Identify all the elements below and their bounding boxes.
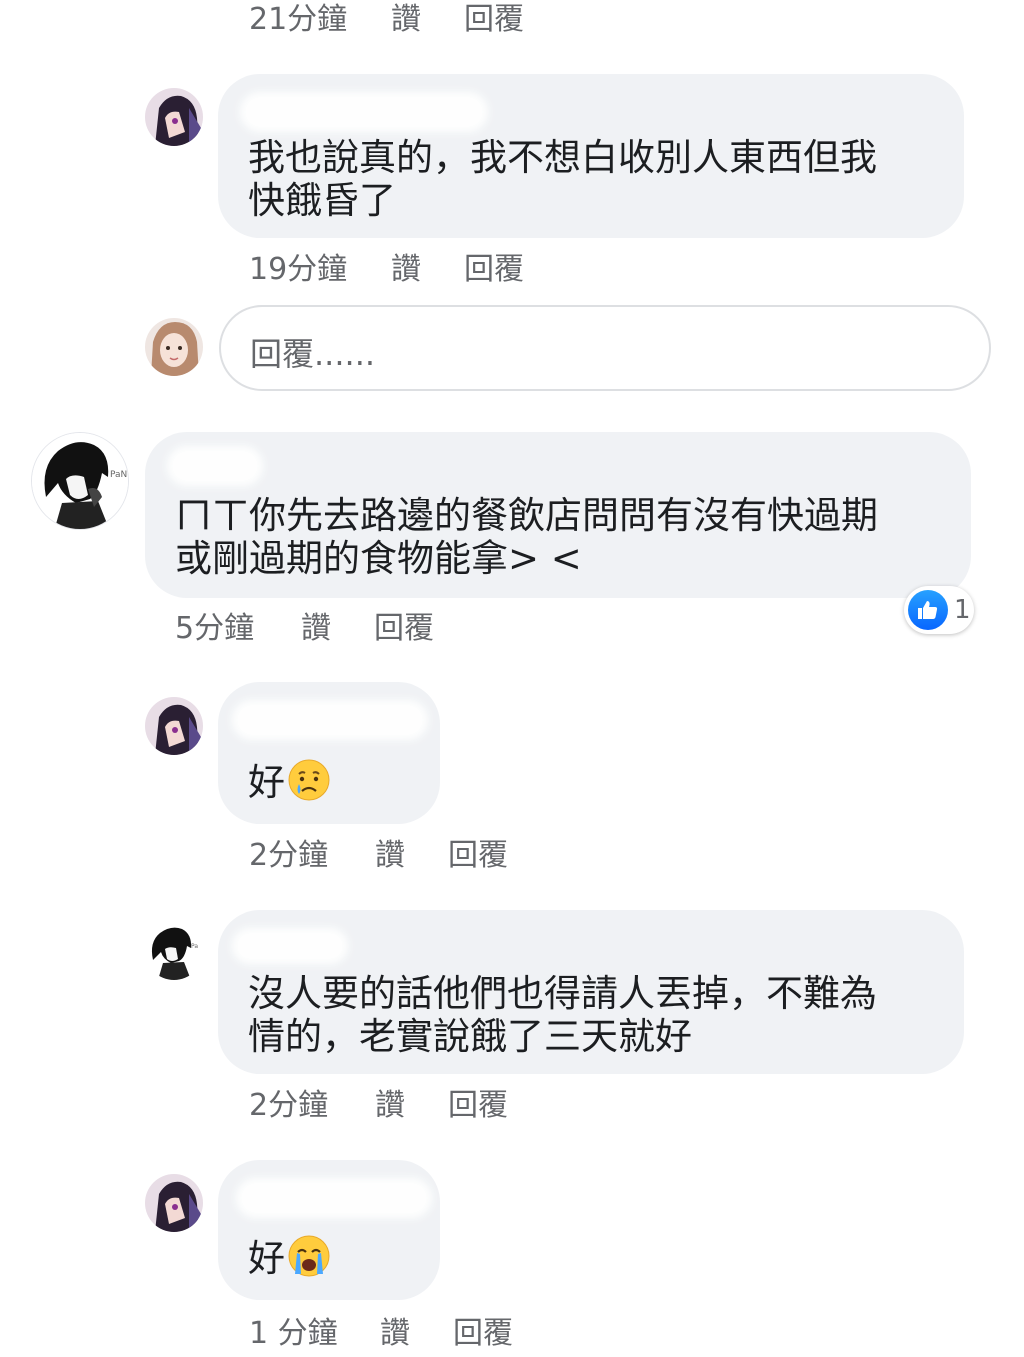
like-link[interactable]: 讚 — [380, 1308, 453, 1352]
comment-meta: 5分鐘 讚 回覆 — [175, 603, 434, 647]
avatar[interactable]: Pa — [145, 922, 203, 980]
comment-time: 1 分鐘 — [249, 1316, 338, 1351]
comment-text: 好 — [248, 758, 331, 811]
comment-bubble: 好 — [218, 682, 440, 824]
avatar[interactable] — [145, 697, 203, 755]
reply-link[interactable]: 回覆 — [448, 830, 508, 874]
comment-meta: 2分鐘 讚 回覆 — [249, 1080, 508, 1124]
like-link[interactable]: 讚 — [391, 244, 464, 288]
comment-text: 沒人要的話他們也得請人丟掉，不難為 — [248, 972, 877, 1015]
loudly-crying-face-icon — [287, 1234, 331, 1287]
comment-text: 好 — [248, 1234, 331, 1287]
comment-text: ㄇㄒ你先去路邊的餐飲店問問有沒有快過期 — [175, 494, 878, 537]
like-link[interactable]: 讚 — [391, 0, 464, 38]
thumbs-up-icon — [908, 590, 948, 630]
comment-text-value: 好 — [248, 1237, 285, 1280]
comment-meta-top: 21分鐘 讚 回覆 — [249, 0, 524, 38]
comment-text: 我也說真的，我不想白收別人東西但我 — [248, 136, 877, 179]
avatar[interactable] — [145, 1174, 203, 1232]
redacted-name — [232, 700, 428, 740]
comment-text: 或剛過期的食物能拿> < — [175, 537, 582, 580]
comment-bubble: 沒人要的話他們也得請人丟掉，不難為 情的，老實說餓了三天就好 — [218, 910, 964, 1074]
comment-bubble: 好 — [218, 1160, 440, 1300]
reply-input[interactable]: 回覆...... — [219, 305, 991, 391]
svg-text:PaNe: PaNe — [110, 470, 129, 480]
comment-text-value: 好 — [248, 761, 285, 804]
comment-time: 19分鐘 — [249, 252, 348, 287]
reaction-summary[interactable]: 1 — [904, 586, 974, 634]
like-link[interactable]: 讚 — [375, 830, 448, 874]
redacted-name — [240, 92, 488, 132]
like-link[interactable]: 讚 — [301, 603, 374, 647]
comment-bubble: 我也說真的，我不想白收別人東西但我 快餓昏了 — [218, 74, 964, 238]
comment-meta: 19分鐘 讚 回覆 — [249, 244, 524, 288]
comment-bubble: ㄇㄒ你先去路邊的餐飲店問問有沒有快過期 或剛過期的食物能拿> < — [145, 432, 971, 598]
reaction-count: 1 — [954, 595, 971, 625]
redacted-name — [167, 446, 263, 486]
redacted-name — [232, 928, 348, 964]
reply-link[interactable]: 回覆 — [464, 0, 524, 38]
like-link[interactable]: 讚 — [375, 1080, 448, 1124]
svg-text:Pa: Pa — [191, 943, 198, 950]
redacted-name — [236, 1178, 432, 1218]
comment-text: 情的，老實說餓了三天就好 — [248, 1015, 692, 1058]
comment-meta: 1 分鐘 讚 回覆 — [249, 1308, 513, 1352]
comment-text: 快餓昏了 — [248, 179, 396, 222]
reply-link[interactable]: 回覆 — [464, 244, 524, 288]
reply-link[interactable]: 回覆 — [374, 603, 434, 647]
reply-link[interactable]: 回覆 — [453, 1308, 513, 1352]
avatar[interactable] — [145, 88, 203, 146]
comment-time: 21分鐘 — [249, 2, 348, 37]
current-user-avatar — [145, 318, 203, 376]
comment-meta: 2分鐘 讚 回覆 — [249, 830, 508, 874]
reply-link[interactable]: 回覆 — [448, 1080, 508, 1124]
reply-placeholder: 回覆...... — [250, 335, 376, 373]
comment-time: 5分鐘 — [175, 611, 255, 646]
comment-time: 2分鐘 — [249, 838, 329, 873]
crying-face-icon — [287, 758, 331, 811]
avatar[interactable]: PaNe — [31, 432, 129, 530]
comment-time: 2分鐘 — [249, 1088, 329, 1123]
